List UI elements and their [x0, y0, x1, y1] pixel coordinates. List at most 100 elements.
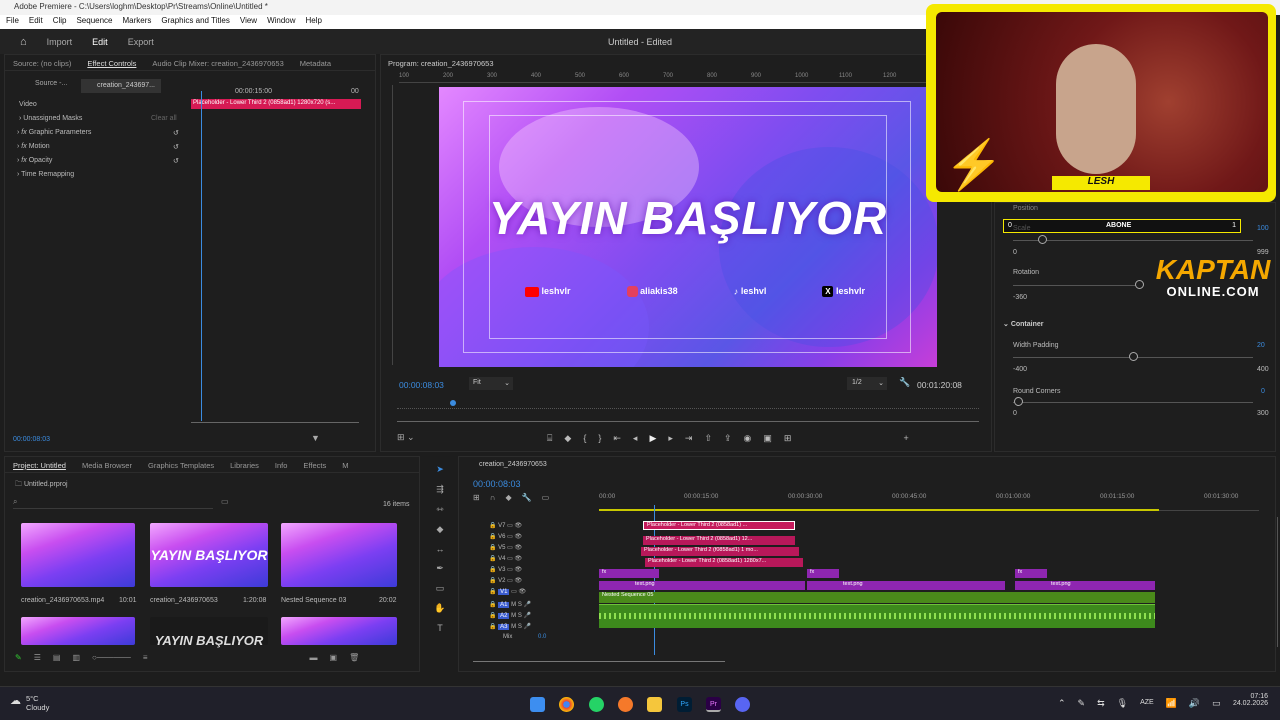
track-v5[interactable]: 🔒 V5 ▭ 👁: [489, 544, 589, 555]
filter-icon[interactable]: ▼: [311, 433, 320, 443]
zoom-slider-icon[interactable]: ○──────: [92, 653, 131, 665]
menu-graphics[interactable]: Graphics and Titles: [161, 16, 229, 29]
round-corners-handle[interactable]: [1014, 397, 1023, 406]
timeline-zoom-scrollbar[interactable]: [473, 661, 725, 662]
rotation-slider-handle[interactable]: [1135, 280, 1144, 289]
project-item-thumbnail[interactable]: [281, 617, 397, 645]
tab-media-browser[interactable]: Media Browser: [82, 461, 132, 470]
tab-project[interactable]: Project: Untitled: [13, 461, 66, 470]
ripple-edit-icon[interactable]: ⇿: [436, 504, 444, 515]
trash-icon[interactable]: 🗑: [349, 653, 359, 665]
linked-icon[interactable]: ∩: [490, 493, 496, 502]
folder-icon[interactable]: [647, 697, 662, 712]
track-v1[interactable]: 🔒 V1 ▭ 👁: [489, 588, 589, 601]
track-v4[interactable]: 🔒 V4 ▭ 👁: [489, 555, 589, 566]
hand-tool-icon[interactable]: ✋: [434, 603, 445, 614]
chrome-icon[interactable]: [559, 697, 574, 712]
go-to-in-icon[interactable]: ⇤: [613, 433, 621, 444]
mix-value[interactable]: 0.0: [538, 634, 546, 640]
menu-file[interactable]: File: [6, 16, 19, 29]
start-icon[interactable]: [530, 697, 545, 712]
wrench-icon[interactable]: 🔧: [899, 377, 910, 388]
selection-tool-icon[interactable]: ➤: [436, 464, 444, 475]
clip-v5[interactable]: Placeholder - Lower Third 2 (f0858ad1) 1…: [641, 547, 799, 556]
mark-in-icon[interactable]: {: [583, 433, 586, 443]
clip-v4[interactable]: Placeholder - Lower Third 2 (0858ad1) 12…: [645, 558, 803, 567]
rectangle-tool-icon[interactable]: ▭: [436, 583, 445, 594]
tab-libraries[interactable]: Libraries: [230, 461, 259, 470]
clip-v3[interactable]: fx: [599, 569, 659, 578]
discord-icon[interactable]: [735, 697, 750, 712]
clip-v1-nested[interactable]: Nested Sequence 05: [599, 592, 1155, 603]
timeline-tab[interactable]: creation_2436970653: [479, 461, 547, 468]
pen-tool-icon[interactable]: ✒: [436, 563, 444, 574]
reset-icon[interactable]: ↺: [173, 143, 179, 151]
extract-icon[interactable]: ⇪: [724, 433, 732, 444]
clip-bar[interactable]: Placeholder - Lower Third 2 (0858ad1) 12…: [191, 99, 361, 109]
project-search-input[interactable]: ⌕: [13, 497, 213, 509]
mic-icon[interactable]: 🎙: [1117, 698, 1128, 709]
export-tab[interactable]: Export: [128, 37, 154, 47]
track-select-icon[interactable]: ⇶: [436, 484, 444, 495]
list-view-icon[interactable]: ☰: [34, 653, 41, 665]
track-a2[interactable]: 🔒 A2 M S 🎤: [489, 612, 589, 623]
mini-timeline[interactable]: [397, 401, 979, 409]
new-bin-icon[interactable]: ▭: [221, 497, 229, 506]
safe-margins-icon[interactable]: ⊞ ⌄: [397, 432, 415, 443]
wifi-icon[interactable]: 📶: [1166, 698, 1177, 709]
folder-icon[interactable]: ▬: [310, 653, 318, 665]
headline-text[interactable]: YAYIN BAŞLIYOR: [439, 191, 937, 245]
captions-icon[interactable]: ▭: [542, 493, 550, 502]
tab-more[interactable]: M: [342, 461, 348, 470]
new-item-icon[interactable]: ▣: [330, 653, 338, 665]
type-tool-icon[interactable]: T: [437, 623, 443, 633]
project-item-thumbnail[interactable]: [21, 523, 135, 587]
program-video-frame[interactable]: YAYIN BAŞLIYOR leshvlr aliakis38 ♪ leshv…: [439, 87, 937, 367]
reset-icon[interactable]: ↺: [173, 157, 179, 165]
clip-v6[interactable]: Placeholder - Lower Third 2 (0858ad1) 12…: [643, 536, 795, 545]
round-corners-slider[interactable]: [1013, 402, 1253, 403]
source-dropdown[interactable]: Source -...: [23, 80, 77, 92]
go-to-out-icon[interactable]: ⇥: [685, 433, 693, 444]
insert-icon[interactable]: ⌸: [547, 433, 552, 444]
fx-time-remapping[interactable]: › Time Remapping: [17, 171, 74, 178]
track-v3[interactable]: 🔒 V3 ▭ 👁: [489, 566, 589, 577]
track-a1[interactable]: 🔒 A1 M S 🎤: [489, 601, 589, 612]
reset-icon[interactable]: ↺: [173, 129, 179, 137]
step-forward-icon[interactable]: ▸: [668, 433, 673, 444]
program-scrubber[interactable]: [397, 421, 979, 422]
project-item-thumbnail[interactable]: [281, 523, 397, 587]
container-section[interactable]: ⌄ Container: [1003, 320, 1043, 328]
tab-audio-mixer[interactable]: Audio Clip Mixer: creation_2436970653: [152, 59, 283, 68]
clip-v2-text[interactable]: text.png: [599, 581, 805, 590]
track-v7[interactable]: 🔒 V7 ▭ 👁: [489, 522, 589, 533]
premiere-icon[interactable]: Pr: [706, 697, 721, 712]
rotation-slider[interactable]: [1013, 285, 1143, 286]
lift-icon[interactable]: ⇧: [704, 433, 712, 444]
slip-tool-icon[interactable]: ↔: [436, 544, 445, 554]
tab-info[interactable]: Info: [275, 461, 288, 470]
scale-slider-handle[interactable]: [1038, 235, 1047, 244]
vertical-scrollbar[interactable]: [1277, 517, 1278, 647]
project-item-thumbnail[interactable]: [21, 617, 135, 645]
import-tab[interactable]: Import: [47, 37, 73, 47]
network-icon[interactable]: ⇆: [1097, 698, 1105, 709]
language-indicator[interactable]: AZE: [1140, 698, 1154, 709]
fx-opacity[interactable]: › fx Opacity: [17, 157, 52, 164]
camera-icon[interactable]: ◉: [744, 433, 752, 444]
clear-all-button[interactable]: Clear all: [151, 115, 177, 122]
razor-tool-icon[interactable]: ◆: [437, 524, 444, 535]
freeform-view-icon[interactable]: ▥: [72, 653, 80, 665]
fit-dropdown[interactable]: Fit ⌄: [469, 377, 513, 390]
clip-v7[interactable]: Placeholder - Lower Third 2 (0858ad1) ..…: [643, 521, 795, 530]
marker-icon[interactable]: ◆: [564, 433, 571, 444]
clock[interactable]: 07:16 24.02.2026: [1220, 693, 1268, 707]
weather-widget[interactable]: ☁ 5°C Cloudy: [10, 694, 49, 712]
clip-v2-text[interactable]: text.png: [1015, 581, 1155, 590]
marker-add-icon[interactable]: ◆: [505, 493, 511, 502]
mark-out-icon[interactable]: }: [598, 433, 601, 443]
clip-dropdown[interactable]: creation_243697...: [81, 79, 161, 93]
tab-source[interactable]: Source: (no clips): [13, 59, 71, 68]
round-corners-value[interactable]: 0: [1261, 388, 1265, 395]
tab-effect-controls[interactable]: Effect Controls: [87, 59, 136, 68]
